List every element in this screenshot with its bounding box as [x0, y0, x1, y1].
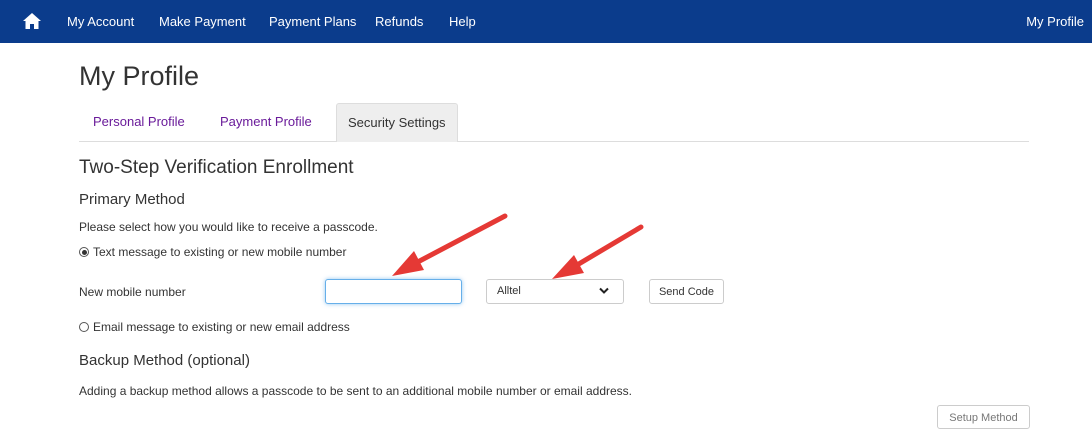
send-code-button[interactable]: Send Code — [649, 279, 724, 304]
enrollment-heading: Two-Step Verification Enrollment — [79, 157, 354, 178]
home-icon[interactable] — [22, 12, 42, 30]
radio-button-unchecked[interactable] — [79, 322, 89, 332]
nav-my-account[interactable]: My Account — [67, 0, 134, 43]
tab-personal-profile[interactable]: Personal Profile — [93, 103, 185, 140]
backup-description: Adding a backup method allows a passcode… — [79, 384, 633, 398]
page-title: My Profile — [79, 61, 200, 91]
radio-email-message[interactable]: Email message to existing or new email a… — [79, 320, 350, 334]
carrier-select[interactable]: Alltel — [486, 279, 624, 304]
top-navbar: My Account Make Payment Payment Plans Re… — [0, 0, 1092, 43]
primary-method-heading: Primary Method — [79, 191, 185, 208]
nav-help[interactable]: Help — [449, 0, 476, 43]
mobile-number-label: New mobile number — [79, 285, 186, 299]
radio-email-message-label: Email message to existing or new email a… — [93, 320, 350, 334]
mobile-number-input[interactable] — [325, 279, 462, 304]
tab-security-settings[interactable]: Security Settings — [336, 103, 458, 142]
annotation-arrow — [392, 213, 508, 276]
radio-text-message[interactable]: Text message to existing or new mobile n… — [79, 245, 346, 259]
tab-payment-profile[interactable]: Payment Profile — [220, 103, 312, 140]
nav-refunds[interactable]: Refunds — [375, 0, 423, 43]
profile-tabs: Personal Profile Payment Profile Securit… — [79, 103, 1029, 142]
carrier-selected-value: Alltel — [497, 285, 521, 297]
annotation-arrow — [552, 224, 644, 279]
radio-button-checked[interactable] — [79, 247, 89, 257]
backup-method-heading: Backup Method (optional) — [79, 352, 250, 369]
chevron-down-icon — [599, 287, 609, 294]
passcode-instruction: Please select how you would like to rece… — [79, 220, 378, 234]
radio-text-message-label: Text message to existing or new mobile n… — [93, 245, 347, 259]
nav-payment-plans[interactable]: Payment Plans — [269, 0, 356, 43]
nav-make-payment[interactable]: Make Payment — [159, 0, 246, 43]
setup-method-button[interactable]: Setup Method — [937, 405, 1030, 429]
nav-my-profile[interactable]: My Profile — [1026, 0, 1084, 43]
